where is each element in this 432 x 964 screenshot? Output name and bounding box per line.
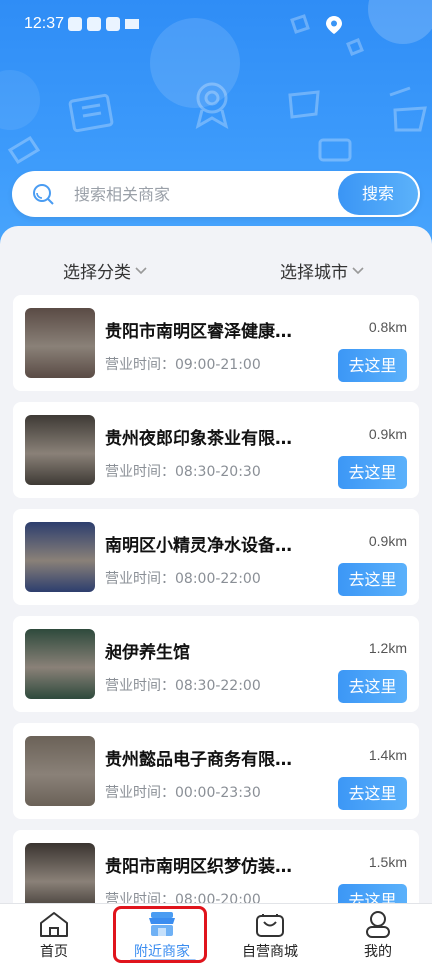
- mail-icon: [87, 17, 101, 31]
- tab-home[interactable]: 首页: [0, 904, 108, 964]
- store-name: 贵州懿品电子商务有限…: [105, 750, 292, 770]
- store-distance: 0.9km: [368, 426, 407, 442]
- notification-icon: [68, 17, 82, 31]
- chevron-down-icon: [135, 266, 147, 274]
- tab-mine[interactable]: 我的: [324, 904, 432, 964]
- category-filter-label: 选择分类: [63, 263, 131, 283]
- store-card[interactable]: 贵阳市南明区睿泽健康… 0.8km 营业时间：09:00-21:00 去这里: [13, 295, 419, 391]
- store-distance: 1.5km: [368, 854, 407, 870]
- bottom-tab-bar: 首页 附近商家 自营商城 我的: [0, 903, 432, 964]
- search-icon: [33, 184, 54, 205]
- tab-mine-label: 我的: [364, 944, 392, 960]
- go-here-button[interactable]: 去这里: [338, 349, 407, 382]
- location-icon: [326, 16, 342, 34]
- store-hours: 营业时间：08:30-22:00: [105, 678, 261, 694]
- shopping-bag-icon: [256, 914, 284, 937]
- store-name: 贵州夜郎印象茶业有限…: [105, 429, 292, 449]
- header-banner: 12:37: [0, 0, 432, 260]
- city-filter[interactable]: 选择城市: [280, 258, 364, 283]
- tab-self-mall[interactable]: 自营商城: [216, 904, 324, 964]
- store-name: 贵阳市南明区织梦仿装…: [105, 857, 292, 877]
- store-distance: 1.4km: [368, 747, 407, 763]
- search-button[interactable]: 搜索: [338, 173, 418, 215]
- store-card[interactable]: 昶伊养生馆 1.2km 营业时间：08:30-22:00 去这里: [13, 616, 419, 712]
- play-icon: [106, 17, 120, 31]
- store-hours: 营业时间：08:00-22:00: [105, 571, 261, 587]
- store-card[interactable]: 贵州懿品电子商务有限… 1.4km 营业时间：00:00-23:30 去这里: [13, 723, 419, 819]
- store-thumbnail: [25, 415, 95, 485]
- store-distance: 0.8km: [368, 319, 407, 335]
- city-filter-label: 选择城市: [280, 263, 348, 283]
- home-icon: [40, 912, 68, 937]
- store-hours: 营业时间：08:30-20:30: [105, 464, 261, 480]
- go-here-button[interactable]: 去这里: [338, 563, 407, 596]
- filter-bar: 选择分类 选择城市: [0, 244, 432, 294]
- store-distance: 1.2km: [368, 640, 407, 656]
- store-thumbnail: [25, 629, 95, 699]
- store-thumbnail: [25, 522, 95, 592]
- store-card[interactable]: 贵州夜郎印象茶业有限… 0.9km 营业时间：08:30-20:30 去这里: [13, 402, 419, 498]
- search-input[interactable]: [74, 171, 344, 217]
- go-here-button[interactable]: 去这里: [338, 456, 407, 489]
- store-name: 昶伊养生馆: [105, 643, 190, 663]
- store-name: 南明区小精灵净水设备…: [105, 536, 292, 556]
- search-bar: 搜索: [12, 171, 420, 217]
- store-name: 贵阳市南明区睿泽健康…: [105, 322, 292, 342]
- store-thumbnail: [25, 308, 95, 378]
- highlight-annotation: [113, 906, 207, 963]
- user-icon: [366, 911, 390, 938]
- category-filter[interactable]: 选择分类: [63, 258, 147, 283]
- status-icons: [68, 17, 139, 31]
- tab-mall-label: 自营商城: [242, 944, 298, 960]
- chevron-down-icon: [352, 266, 364, 274]
- status-bar: 12:37: [0, 0, 432, 52]
- store-thumbnail: [25, 736, 95, 806]
- go-here-button[interactable]: 去这里: [338, 777, 407, 810]
- tab-home-label: 首页: [40, 944, 68, 960]
- store-distance: 0.9km: [368, 533, 407, 549]
- crown-icon: [125, 17, 139, 29]
- content-panel: 选择分类 选择城市 贵阳市南明区睿泽健康… 0.8km 营业时间：09:00-21:…: [0, 226, 432, 964]
- go-here-button[interactable]: 去这里: [338, 670, 407, 703]
- store-card[interactable]: 南明区小精灵净水设备… 0.9km 营业时间：08:00-22:00 去这里: [13, 509, 419, 605]
- store-hours: 营业时间：00:00-23:30: [105, 785, 261, 801]
- store-hours: 营业时间：09:00-21:00: [105, 357, 261, 373]
- status-time: 12:37: [24, 15, 65, 32]
